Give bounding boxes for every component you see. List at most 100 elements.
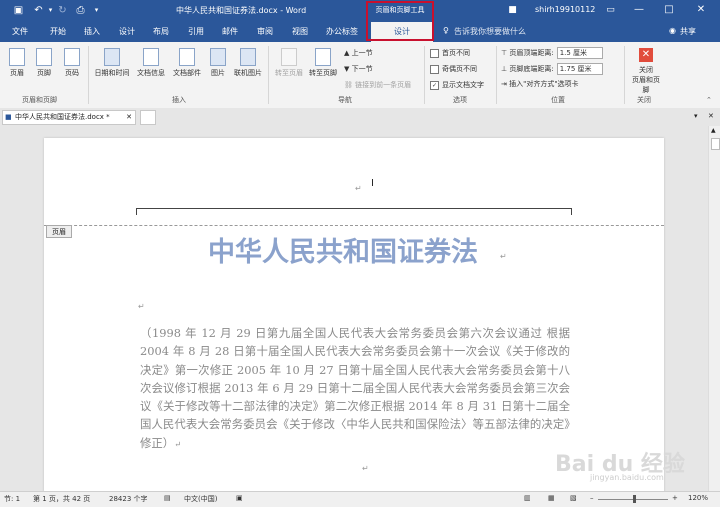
watermark-url: jingyan.baidu.com — [590, 473, 664, 482]
tab-home[interactable]: 开始 — [50, 26, 66, 37]
document-tab[interactable]: ■ 中华人民共和国证券法.docx * ✕ — [2, 110, 136, 125]
group-label-header-footer: 页眉和页脚 — [22, 96, 57, 104]
scroll-up-icon[interactable]: ▲ — [711, 127, 716, 134]
tab-file[interactable]: 文件 — [12, 26, 28, 37]
page-number-icon — [64, 48, 80, 66]
redo-icon[interactable]: ↻ — [56, 4, 69, 17]
previous-section-button[interactable]: ▲ 上一节 — [344, 48, 373, 58]
document-heading[interactable]: 中华人民共和国证券法 — [208, 230, 478, 269]
tab-references[interactable]: 引用 — [188, 26, 204, 37]
document-canvas: ↵ I 页眉 中华人民共和国证券法 ↵ ↵ （1998 年 12 月 29 日第… — [0, 126, 708, 492]
macro-record-icon[interactable]: ▣ — [236, 494, 243, 502]
tab-office-tab[interactable]: 办公标签 — [326, 26, 358, 37]
header-distance-row: ⊤ 页眉顶端距离: 1.5 厘米 — [501, 47, 603, 59]
document-page[interactable]: ↵ I 页眉 中华人民共和国证券法 ↵ ↵ （1998 年 12 月 29 日第… — [44, 138, 664, 492]
separator — [624, 46, 625, 104]
footer-distance-row: ⊥ 页脚底端距离: 1.75 厘米 — [501, 63, 603, 75]
zoom-in-icon[interactable]: + — [672, 494, 678, 502]
status-section[interactable]: 节: 1 — [4, 494, 20, 504]
customize-qat-icon[interactable]: ▾ — [90, 4, 103, 17]
account-icon[interactable]: ■ — [506, 4, 519, 17]
separator — [496, 46, 497, 104]
header-button[interactable]: 页眉 — [3, 46, 31, 78]
tell-me-search[interactable]: 告诉我你想要做什么 — [454, 26, 526, 37]
zoom-out-icon[interactable]: – — [590, 494, 594, 502]
tab-insert[interactable]: 插入 — [84, 26, 100, 37]
read-mode-icon[interactable]: ▥ — [524, 494, 531, 502]
group-label-close: 关闭 — [637, 96, 651, 104]
group-label-navigation: 导航 — [338, 96, 352, 104]
link-icon: ⛓ — [344, 81, 353, 89]
zoom-level[interactable]: 120% — [688, 494, 708, 502]
online-picture-button[interactable]: 联机图片 — [230, 46, 266, 78]
link-to-previous-button[interactable]: ⛓ 链接到前一条页眉 — [344, 80, 411, 90]
close-tab-icon[interactable]: ✕ — [126, 111, 132, 124]
text-cursor: I — [371, 178, 374, 189]
quick-parts-button[interactable]: 文档部件 — [169, 46, 205, 78]
tab-view[interactable]: 视图 — [292, 26, 308, 37]
maximize-button[interactable]: □ — [660, 3, 678, 17]
status-words[interactable]: 28423 个字 — [109, 494, 148, 504]
tab-review[interactable]: 审阅 — [257, 26, 273, 37]
quick-parts-icon — [179, 48, 195, 66]
collapse-ribbon-icon[interactable]: ⌃ — [706, 96, 712, 104]
close-document-icon[interactable]: ✕ — [708, 112, 714, 120]
window-title: 中华人民共和国证券法.docx - Word — [176, 6, 307, 15]
header-line — [136, 208, 572, 209]
close-header-footer-button[interactable]: ✕ 关闭 页眉和页脚 — [630, 48, 662, 95]
header-paragraph-mark: ↵ — [355, 184, 362, 193]
group-label-insert: 插入 — [172, 96, 186, 104]
footer-button[interactable]: 页脚 — [30, 46, 58, 78]
zoom-slider-thumb[interactable] — [633, 495, 636, 503]
status-bar: 节: 1 第 1 页，共 42 页 28423 个字 ▤ 中文(中国) ▣ ▥ … — [0, 491, 720, 507]
show-document-text-checkbox[interactable]: ✓ 显示文档文字 — [430, 80, 484, 90]
goto-header-button[interactable]: 转至页眉 — [272, 46, 306, 78]
header-distance-input[interactable]: 1.5 厘米 — [556, 47, 603, 59]
status-language[interactable]: 中文(中国) — [184, 494, 217, 504]
lightbulb-icon: ♀ — [443, 26, 449, 35]
minimize-button[interactable]: — — [630, 3, 648, 17]
print-layout-icon[interactable]: ▦ — [548, 494, 555, 502]
web-layout-icon[interactable]: ▧ — [570, 494, 577, 502]
new-tab-button[interactable] — [140, 110, 156, 125]
scroll-thumb[interactable] — [711, 138, 720, 150]
online-picture-icon — [240, 48, 256, 66]
goto-header-icon — [281, 48, 297, 66]
header-corner-left — [136, 208, 137, 215]
print-preview-icon[interactable]: ⎙ — [74, 4, 87, 17]
picture-button[interactable]: 图片 — [204, 46, 232, 78]
different-first-page-checkbox[interactable]: 首页不同 — [430, 48, 470, 58]
header-corner-right — [571, 208, 572, 215]
share-button[interactable]: 共享 — [680, 26, 696, 37]
vertical-scrollbar[interactable]: ▲ — [708, 126, 720, 492]
insert-align-tab-button[interactable]: ⇥ 插入"对齐方式"选项卡 — [501, 79, 579, 89]
footer-icon — [36, 48, 52, 66]
tab-layout[interactable]: 布局 — [153, 26, 169, 37]
header-badge: 页眉 — [46, 225, 72, 238]
status-page[interactable]: 第 1 页，共 42 页 — [33, 494, 90, 504]
align-tab-icon: ⇥ — [501, 80, 507, 88]
close-window-button[interactable]: ✕ — [692, 3, 710, 17]
tab-mailings[interactable]: 邮件 — [222, 26, 238, 37]
ribbon-display-icon[interactable]: ▭ — [604, 4, 617, 17]
footer-distance-input[interactable]: 1.75 厘米 — [556, 63, 603, 75]
date-time-button[interactable]: 日期和时间 — [92, 46, 132, 78]
tab-design[interactable]: 设计 — [119, 26, 135, 37]
proofing-icon[interactable]: ▤ — [164, 494, 171, 502]
goto-footer-button[interactable]: 转至页脚 — [306, 46, 340, 78]
picture-icon — [210, 48, 226, 66]
page-number-button[interactable]: 页码 — [58, 46, 86, 78]
calendar-icon — [104, 48, 120, 66]
tab-list-dropdown-icon[interactable]: ▾ — [694, 112, 698, 120]
user-name[interactable]: shirh19910112 — [535, 5, 595, 14]
highlight-box — [366, 1, 434, 41]
doc-info-button[interactable]: 文档信息 — [133, 46, 169, 78]
header-icon — [9, 48, 25, 66]
ribbon: 页眉 页脚 页码 页眉和页脚 日期和时间 文档信息 文档部件 图片 联机图片 插… — [0, 42, 720, 109]
document-body-text[interactable]: （1998 年 12 月 29 日第九届全国人民代表大会常务委员会第六次会议通过… — [140, 324, 570, 454]
different-odd-even-checkbox[interactable]: 奇偶页不同 — [430, 64, 477, 74]
checkbox-box — [430, 64, 439, 74]
next-section-button[interactable]: ▼ 下一节 — [344, 64, 373, 74]
save-icon[interactable]: ▣ — [12, 4, 25, 17]
close-icon: ✕ — [639, 48, 653, 62]
